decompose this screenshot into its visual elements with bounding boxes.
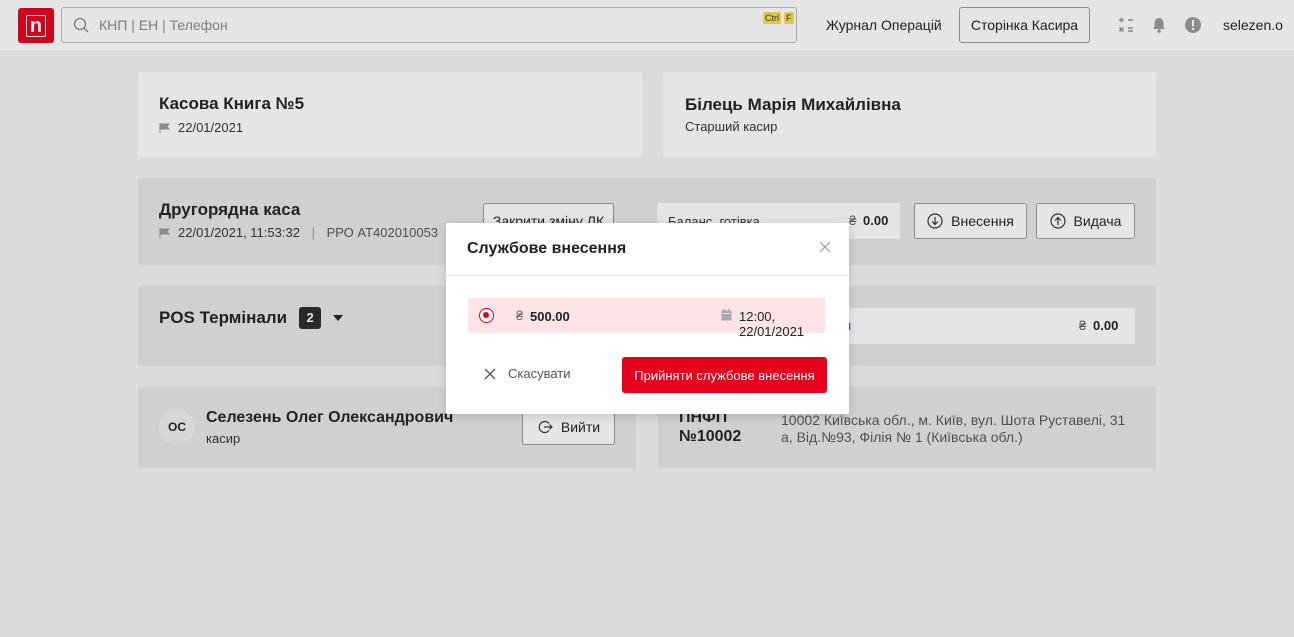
cancel-button[interactable]: Скасувати [484, 366, 571, 381]
accept-deposit-button[interactable]: Прийняти службове внесення [622, 357, 827, 393]
calendar-icon [721, 309, 732, 321]
service-deposit-modal: Службове внесення ₴ 500.00 12:00, 22/01/… [446, 223, 849, 414]
entry-amount: 500.00 [530, 309, 570, 324]
close-icon[interactable] [819, 241, 831, 253]
entry-currency: ₴ [516, 308, 524, 323]
deposit-entry-row[interactable]: ₴ 500.00 12:00, 22/01/2021 [468, 298, 825, 339]
modal-title: Службове внесення [467, 240, 627, 257]
close-icon [484, 368, 496, 379]
modal-divider [446, 275, 849, 276]
entry-datetime: 12:00, 22/01/2021 [739, 309, 805, 339]
entry-radio[interactable] [479, 308, 494, 323]
cancel-label: Скасувати [508, 366, 571, 381]
